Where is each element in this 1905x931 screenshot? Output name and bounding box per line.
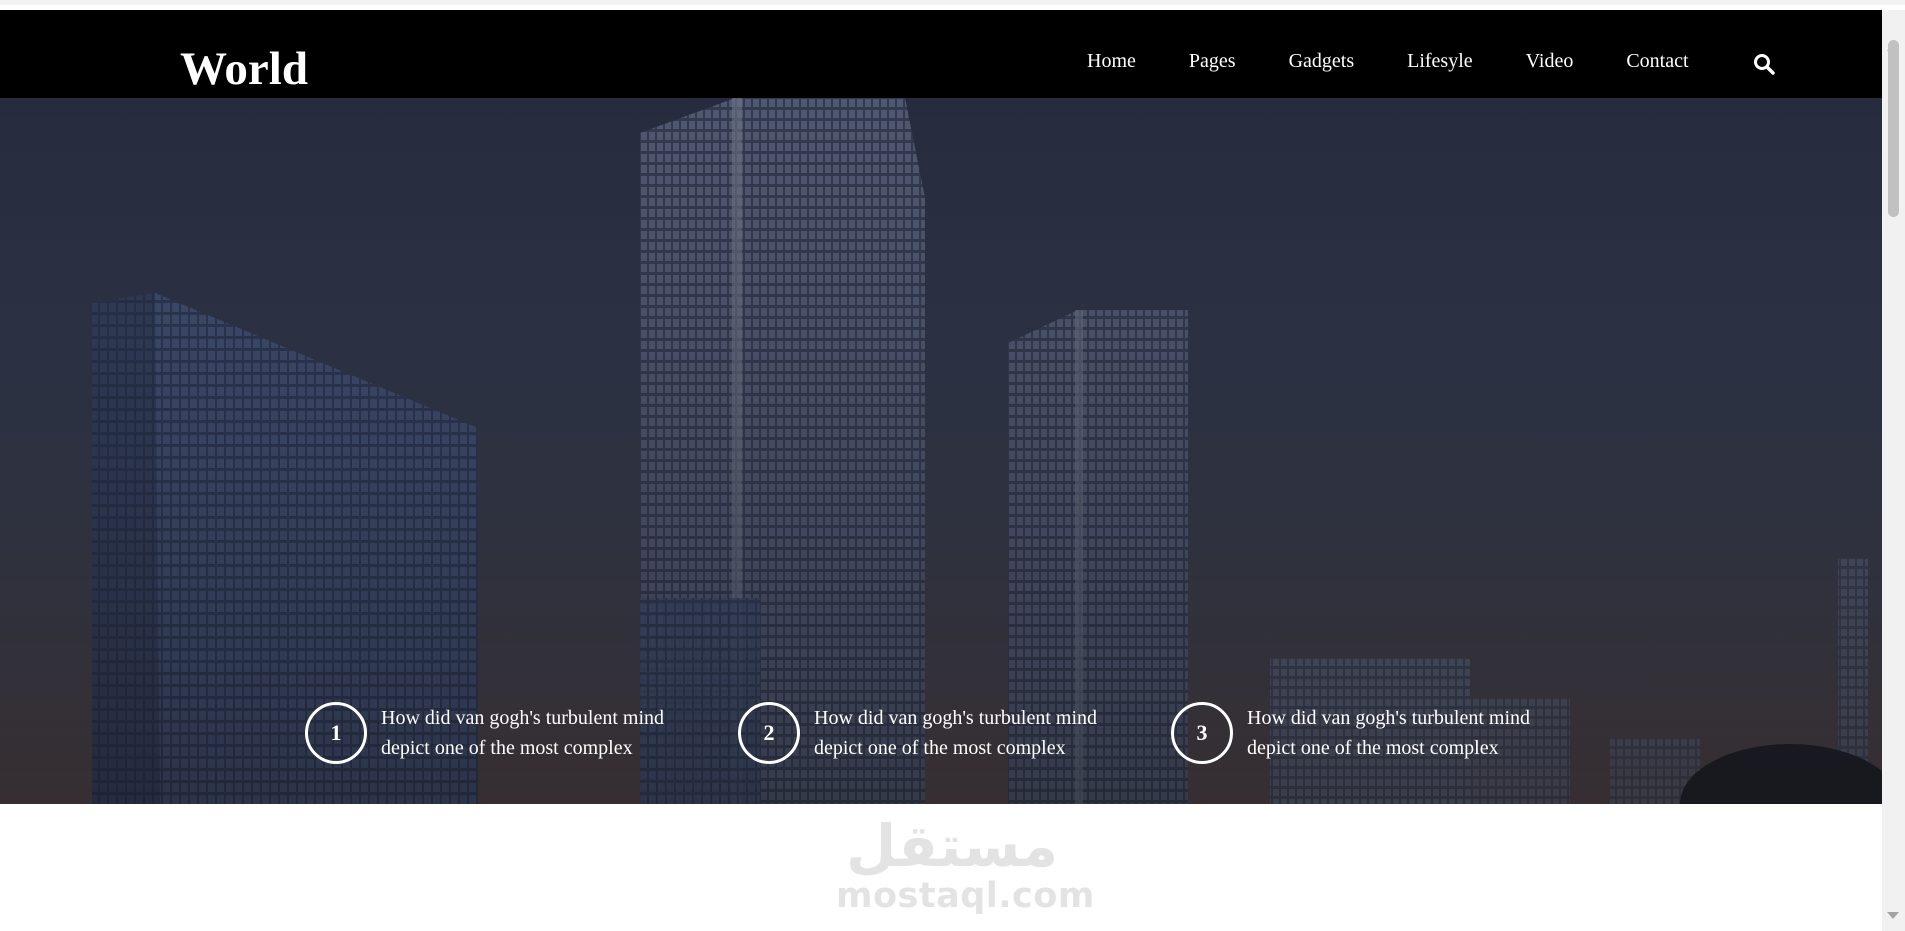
page: World Home Pages Gadgets Lifesyle Video … xyxy=(0,0,1905,931)
post-title-line: depict one of the most complex xyxy=(1247,737,1499,759)
featured-posts: 1 How did van gogh's turbulent mind depi… xyxy=(305,702,1605,772)
nav-item-lifestyle[interactable]: Lifesyle xyxy=(1407,50,1473,73)
featured-post[interactable]: 3 How did van gogh's turbulent mind depi… xyxy=(1171,702,1557,764)
svg-text:مستقل: مستقل xyxy=(846,814,1058,879)
scrollbar-thumb[interactable] xyxy=(1888,40,1899,217)
city-skyline-background xyxy=(0,98,1882,804)
post-title-line: How did van gogh's turbulent mind xyxy=(381,707,665,729)
nav-item-pages[interactable]: Pages xyxy=(1189,50,1236,73)
nav-item-video[interactable]: Video xyxy=(1526,50,1574,73)
featured-post[interactable]: 1 How did van gogh's turbulent mind depi… xyxy=(305,702,691,764)
nav-item-home[interactable]: Home xyxy=(1087,50,1136,73)
featured-post[interactable]: 2 How did van gogh's turbulent mind depi… xyxy=(738,702,1124,764)
post-title[interactable]: How did van gogh's turbulent mind depict… xyxy=(1247,703,1557,763)
post-number-badge: 3 xyxy=(1171,702,1233,764)
watermark-text: mostaql.com xyxy=(836,876,1095,916)
post-number-badge: 2 xyxy=(738,702,800,764)
post-title-line: How did van gogh's turbulent mind xyxy=(1247,707,1531,729)
vertical-scrollbar[interactable] xyxy=(1882,10,1905,931)
main-nav: Home Pages Gadgets Lifesyle Video Contac… xyxy=(1087,50,1742,73)
nav-item-gadgets[interactable]: Gadgets xyxy=(1289,50,1355,73)
post-title-line: depict one of the most complex xyxy=(381,737,633,759)
search-icon[interactable] xyxy=(1752,52,1776,76)
post-title[interactable]: How did van gogh's turbulent mind depict… xyxy=(381,703,691,763)
post-title-line: depict one of the most complex xyxy=(814,737,1066,759)
site-logo[interactable]: World xyxy=(180,46,308,93)
post-title-line: How did van gogh's turbulent mind xyxy=(814,707,1098,729)
site-header: World Home Pages Gadgets Lifesyle Video … xyxy=(0,10,1882,98)
post-title[interactable]: How did van gogh's turbulent mind depict… xyxy=(814,703,1124,763)
watermark-logo: مستقل xyxy=(846,814,1058,879)
content-area: مستقل mostaql.com xyxy=(0,804,1882,931)
post-number-badge: 1 xyxy=(305,702,367,764)
scroll-down-arrow-icon[interactable] xyxy=(1887,912,1899,919)
hero-banner: 1 How did van gogh's turbulent mind depi… xyxy=(0,98,1882,804)
nav-item-contact[interactable]: Contact xyxy=(1626,50,1688,73)
